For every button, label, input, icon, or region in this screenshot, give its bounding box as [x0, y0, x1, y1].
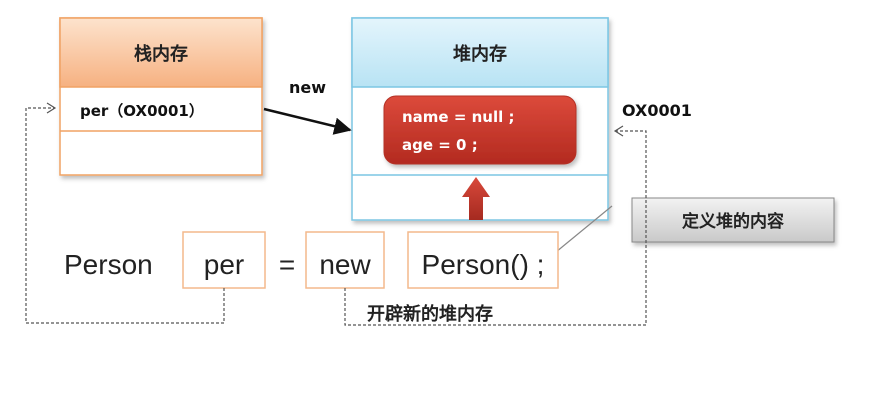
open-heap-label: 开辟新的堆内存: [367, 303, 493, 325]
code-statement: Person per = new Person() ;: [64, 231, 559, 289]
heap-object: name = null ; age = 0 ;: [383, 95, 577, 165]
heap-address-label: OX0001: [622, 101, 692, 120]
statement-type: Person: [64, 249, 153, 280]
stack-entry: per（OX0001）: [80, 102, 204, 120]
statement-constructor: Person() ;: [422, 249, 545, 280]
object-field-age: age = 0 ;: [402, 136, 478, 154]
statement-var: per: [204, 249, 244, 280]
statement-new: new: [319, 249, 371, 280]
new-reference-arrow: new: [263, 78, 352, 135]
heap-title: 堆内存: [453, 43, 507, 65]
new-arrow-label: new: [289, 78, 326, 97]
statement-equals: =: [279, 249, 295, 280]
stack-title: 栈内存: [134, 43, 188, 65]
stack-memory-box: 栈内存 per（OX0001）: [59, 17, 263, 176]
memory-diagram: 栈内存 per（OX0001） 堆内存 name = null ; age = …: [25, 17, 835, 326]
callout-label: 定义堆的内容: [682, 211, 784, 232]
object-field-name: name = null ;: [402, 108, 514, 126]
